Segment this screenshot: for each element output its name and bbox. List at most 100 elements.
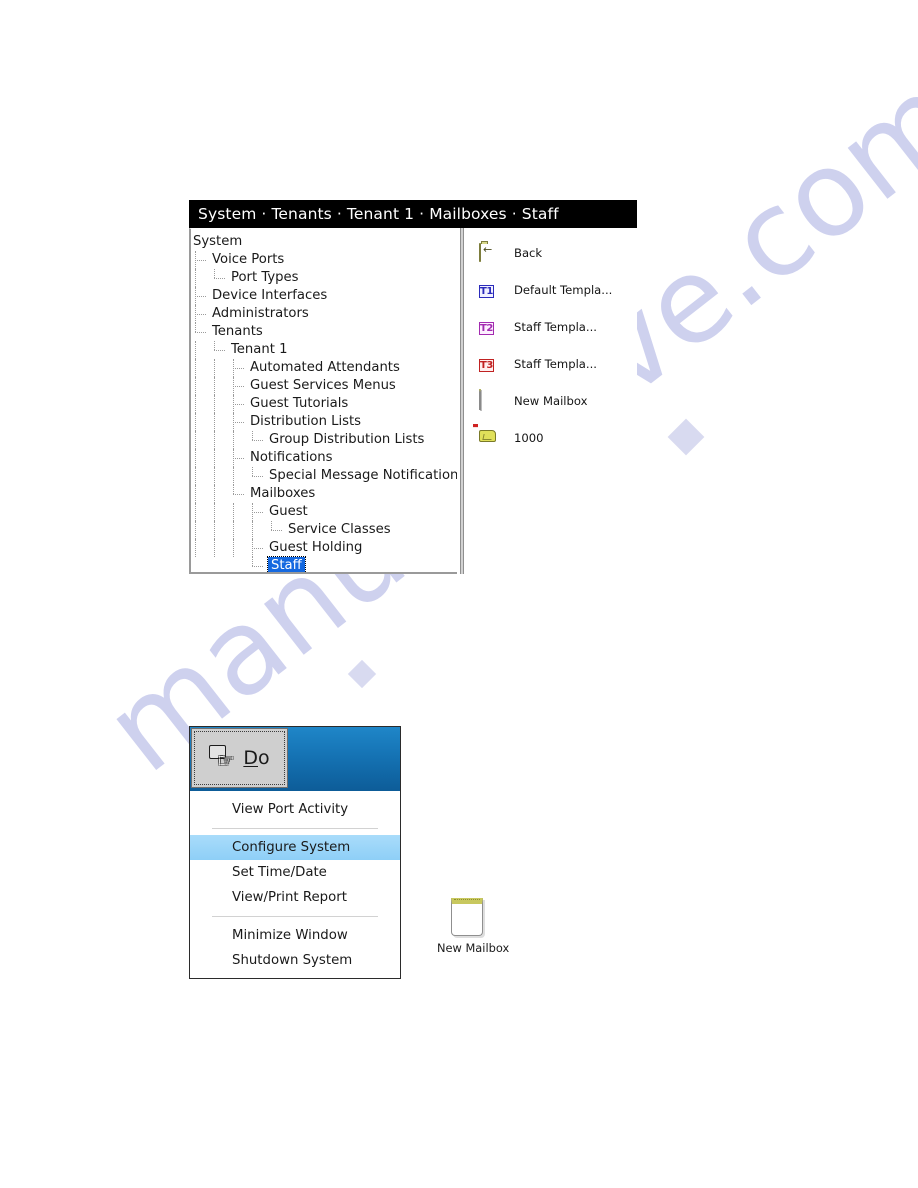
tree-guide [229, 431, 248, 449]
tree-node-label[interactable]: Tenants [210, 323, 263, 341]
tree-guide [229, 449, 248, 467]
do-menu-item[interactable]: View Port Activity [190, 797, 400, 822]
tree-guide [210, 431, 229, 449]
tree-node-label[interactable]: Guest Holding [267, 539, 362, 557]
tree-guide [191, 503, 210, 521]
tree-node[interactable]: Voice Ports [191, 251, 457, 269]
navigation-tree-pane[interactable]: System Voice Ports Port Types Device Interf… [189, 228, 457, 574]
tree-guide [229, 467, 248, 485]
configurator-window: System · Tenants · Tenant 1 · Mailboxes … [189, 200, 637, 574]
tree-node[interactable]: Notifications [191, 449, 457, 467]
tree-node[interactable]: Guest [191, 503, 457, 521]
tree-guide [191, 431, 210, 449]
tree-guide [229, 377, 248, 395]
tree-node-label[interactable]: Guest Tutorials [248, 395, 348, 413]
tree-indent-guides [191, 413, 248, 431]
do-menu-item[interactable]: Shutdown System [190, 948, 400, 973]
tree-node[interactable]: Guest Tutorials [191, 395, 457, 413]
tree-guide [210, 341, 229, 359]
tree-guide [248, 521, 267, 539]
tree-guide [210, 359, 229, 377]
tree-guide [210, 521, 229, 539]
tree-node[interactable]: Special Message Notifications [191, 467, 457, 485]
tree-node-label[interactable]: Port Types [229, 269, 299, 287]
tree-node[interactable]: Distribution Lists [191, 413, 457, 431]
tree-node-label[interactable]: Distribution Lists [248, 413, 361, 431]
object-list-item-label: New Mailbox [514, 393, 588, 408]
do-menu-item[interactable]: View/Print Report [190, 885, 400, 910]
do-menu-item[interactable]: Configure System [190, 835, 400, 860]
object-list-item[interactable]: T2 Staff Templa... [467, 308, 637, 345]
object-list-item[interactable]: 1000 [467, 419, 637, 456]
tree-node-label[interactable]: Tenant 1 [229, 341, 287, 359]
new-mailbox-icon[interactable] [451, 898, 483, 936]
tree-node[interactable]: Automated Attendants [191, 359, 457, 377]
tree-node[interactable]: Staff [191, 556, 457, 572]
tree-indent-guides [191, 287, 210, 305]
tree-node[interactable]: Administrators [191, 305, 457, 323]
tree-node[interactable]: Device Interfaces [191, 287, 457, 305]
tree-guide [210, 269, 229, 287]
tree-node-label[interactable]: Group Distribution Lists [267, 431, 424, 449]
object-list-item-label: Staff Templa... [514, 319, 597, 334]
tree-indent-guides [191, 359, 248, 377]
do-menu-header: ☞ Do [190, 727, 400, 791]
tree-guide [229, 485, 248, 503]
tree-indent-guides [191, 449, 248, 467]
tree-guide [191, 251, 210, 269]
object-list-item[interactable]: T1 Default Templa... [467, 271, 637, 308]
object-list-item[interactable]: T3 Staff Templa... [467, 345, 637, 382]
tree-node-label[interactable]: Guest Services Menus [248, 377, 396, 395]
do-menu-list[interactable]: View Port Activity Configure System Set Ti… [190, 791, 400, 978]
tree-indent-guides [191, 251, 210, 269]
tree-node-label[interactable]: Special Message Notifications [267, 467, 457, 485]
tree-node[interactable]: Guest Holding [191, 539, 457, 557]
tree-guide [191, 269, 210, 287]
navigation-tree[interactable]: System Voice Ports Port Types Device Interf… [191, 229, 457, 572]
do-menu-item[interactable]: Set Time/Date [190, 860, 400, 885]
template-t2-icon: T2 [479, 322, 494, 335]
tree-node-label-selected[interactable]: Staff [267, 556, 306, 572]
tree-node[interactable]: Service Classes [191, 521, 457, 539]
tree-node[interactable]: System [191, 233, 457, 251]
do-menu-separator [212, 916, 378, 917]
tree-node[interactable]: Tenant 1 [191, 341, 457, 359]
tree-guide [210, 485, 229, 503]
tree-node[interactable]: Guest Services Menus [191, 377, 457, 395]
tree-guide [210, 395, 229, 413]
do-menu-panel: ☞ Do View Port Activity Configure System S… [189, 726, 401, 979]
tree-node-label[interactable]: Administrators [210, 305, 309, 323]
tree-indent-guides [191, 557, 267, 572]
tree-node[interactable]: Port Types [191, 269, 457, 287]
do-button[interactable]: ☞ Do [191, 728, 288, 788]
do-menu-item[interactable]: Minimize Window [190, 923, 400, 948]
tree-node-label[interactable]: Mailboxes [248, 485, 315, 503]
breadcrumb-titlebar: System · Tenants · Tenant 1 · Mailboxes … [189, 200, 637, 228]
tree-node-label[interactable]: Device Interfaces [210, 287, 327, 305]
tree-guide [229, 503, 248, 521]
tree-node[interactable]: Mailboxes [191, 485, 457, 503]
object-list-item[interactable]: New Mailbox [467, 382, 637, 419]
tree-node-label[interactable]: Guest [267, 503, 308, 521]
tree-node-label[interactable]: Notifications [248, 449, 333, 467]
tree-guide [229, 413, 248, 431]
pane-splitter[interactable] [457, 228, 467, 574]
tree-node[interactable]: Tenants [191, 323, 457, 341]
tree-indent-guides [191, 485, 248, 503]
object-icon-pane[interactable]: Back T1 Default Templa... T2 Staff Templa...… [467, 228, 637, 574]
new-mailbox-icon [479, 389, 497, 410]
tree-node-label[interactable]: Service Classes [286, 521, 391, 539]
tree-indent-guides [191, 305, 210, 323]
tree-node-label[interactable]: Automated Attendants [248, 359, 400, 377]
tree-guide [248, 431, 267, 449]
tree-guide [191, 467, 210, 485]
tree-guide [191, 449, 210, 467]
tree-indent-guides [191, 503, 267, 521]
object-list-item[interactable]: Back [467, 234, 637, 271]
tree-guide [191, 341, 210, 359]
hand-click-cursor-icon: ☞ [209, 743, 239, 773]
tree-node-label[interactable]: System [191, 233, 242, 251]
tree-node[interactable]: Group Distribution Lists [191, 431, 457, 449]
watermark-diamond [347, 659, 377, 689]
tree-node-label[interactable]: Voice Ports [210, 251, 284, 269]
